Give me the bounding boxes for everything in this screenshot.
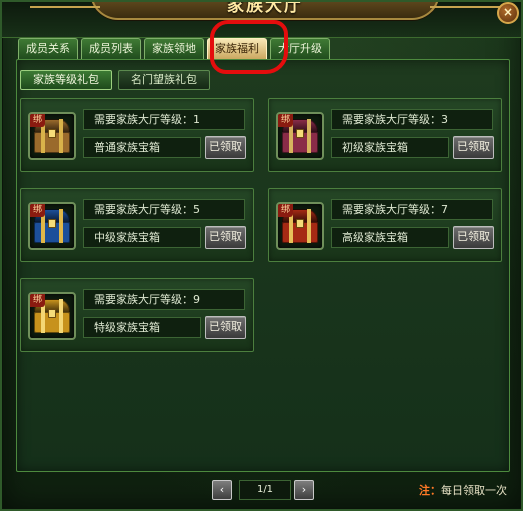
prev-page-button[interactable]: ‹ (212, 480, 232, 500)
chest-icon: 绑 (28, 112, 76, 160)
chest-name: 初级家族宝箱 (331, 137, 449, 158)
claimed-button[interactable]: 已领取 (205, 226, 246, 249)
gift-card: 绑 需要家族大厅等级：3 初级家族宝箱 已领取 (268, 98, 502, 172)
title-plaque: 家族大厅 (30, 0, 500, 20)
chest-name: 普通家族宝箱 (83, 137, 201, 158)
claimed-button[interactable]: 已领取 (205, 136, 246, 159)
bind-tag: 绑 (30, 114, 45, 127)
tab-family-territory[interactable]: 家族领地 (144, 38, 204, 60)
level-requirement: 需要家族大厅等级：5 (83, 199, 245, 220)
gift-card: 绑 需要家族大厅等级：1 普通家族宝箱 已领取 (20, 98, 254, 172)
bind-tag: 绑 (30, 294, 45, 307)
window-title: 家族大厅 (227, 0, 303, 16)
close-button[interactable]: × (497, 2, 519, 24)
chest-name: 特级家族宝箱 (83, 317, 201, 338)
level-requirement: 需要家族大厅等级：7 (331, 199, 493, 220)
gift-card: 绑 需要家族大厅等级：9 特级家族宝箱 已领取 (20, 278, 254, 352)
highlight-circle (210, 20, 288, 74)
level-requirement: 需要家族大厅等级：9 (83, 289, 245, 310)
sub-tabs: 家族等级礼包 名门望族礼包 (20, 70, 210, 90)
note-label: 注： (419, 484, 441, 497)
family-hall-window: 家族大厅 × 成员关系 成员列表 家族领地 家族福利 大厅升级 家族等级礼包 名… (0, 0, 523, 511)
gift-card: 绑 需要家族大厅等级：7 高级家族宝箱 已领取 (268, 188, 502, 262)
subtab-family-level-gift[interactable]: 家族等级礼包 (20, 70, 112, 90)
daily-note: 注：每日领取一次 (419, 482, 507, 498)
claimed-button[interactable]: 已领取 (453, 226, 494, 249)
tab-member-relations[interactable]: 成员关系 (18, 38, 78, 60)
page-indicator: 1/1 (239, 480, 291, 500)
chest-icon: 绑 (28, 292, 76, 340)
bind-tag: 绑 (278, 114, 293, 127)
note-text: 每日领取一次 (441, 484, 507, 497)
tab-member-list[interactable]: 成员列表 (81, 38, 141, 60)
claimed-button[interactable]: 已领取 (453, 136, 494, 159)
chest-icon: 绑 (276, 202, 324, 250)
level-requirement: 需要家族大厅等级：1 (83, 109, 245, 130)
next-page-button[interactable]: › (294, 480, 314, 500)
chest-name: 高级家族宝箱 (331, 227, 449, 248)
bind-tag: 绑 (30, 204, 45, 217)
level-requirement: 需要家族大厅等级：3 (331, 109, 493, 130)
subtab-noble-family-gift[interactable]: 名门望族礼包 (118, 70, 210, 90)
chest-icon: 绑 (28, 202, 76, 250)
chest-name: 中级家族宝箱 (83, 227, 201, 248)
chest-icon: 绑 (276, 112, 324, 160)
claimed-button[interactable]: 已领取 (205, 316, 246, 339)
gift-card: 绑 需要家族大厅等级：5 中级家族宝箱 已领取 (20, 188, 254, 262)
bind-tag: 绑 (278, 204, 293, 217)
